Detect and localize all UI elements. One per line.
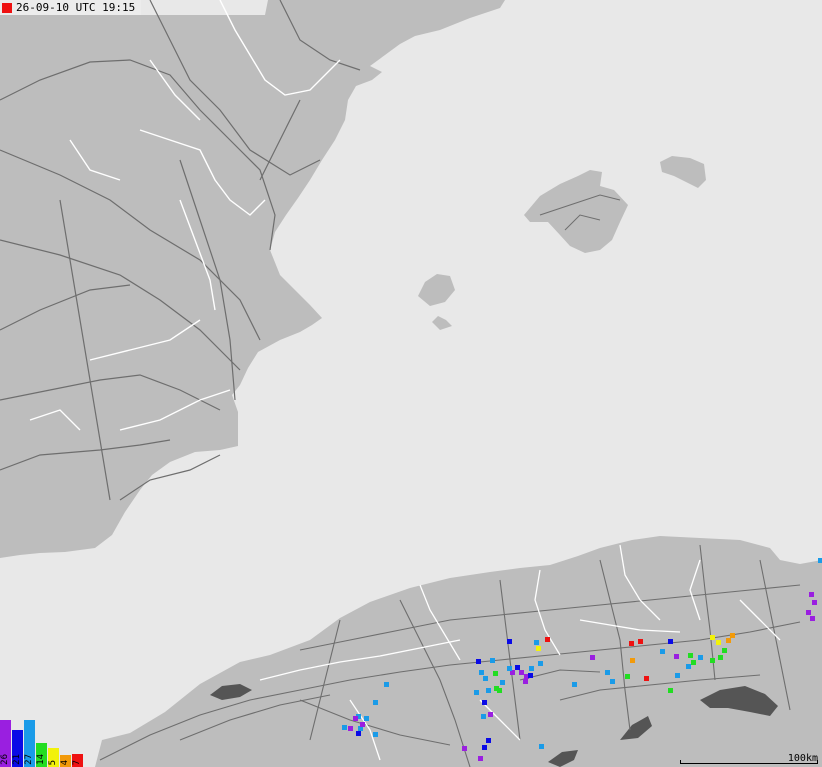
lightning-strike-marker <box>384 682 389 687</box>
scale-label: 100km <box>787 753 818 764</box>
lightning-strike-marker <box>630 658 635 663</box>
lightning-strike-marker <box>710 658 715 663</box>
lightning-strike-marker <box>488 712 493 717</box>
legend-bar: 27 <box>24 720 35 767</box>
lightning-strike-marker <box>486 688 491 693</box>
lightning-strike-marker <box>482 700 487 705</box>
legend-bar: 7 <box>72 754 83 767</box>
lightning-strike-marker <box>539 744 544 749</box>
lightning-strike-marker <box>610 679 615 684</box>
lightning-strike-marker <box>534 640 539 645</box>
lightning-strike-marker <box>529 666 534 671</box>
lightning-strike-marker <box>519 670 524 675</box>
legend-label: 4 <box>60 759 70 765</box>
lightning-strike-marker <box>364 716 369 721</box>
lightning-strike-marker <box>674 654 679 659</box>
lightning-strike-marker <box>686 664 691 669</box>
lightning-strike-marker <box>668 688 673 693</box>
lightning-strike-marker <box>483 676 488 681</box>
legend-label: 26 <box>0 754 10 765</box>
lightning-strike-marker <box>572 682 577 687</box>
lightning-strike-marker <box>629 641 634 646</box>
lightning-strike-marker <box>809 592 814 597</box>
lightning-strike-marker <box>716 640 721 645</box>
lightning-strike-marker <box>474 690 479 695</box>
lightning-strike-marker <box>660 649 665 654</box>
legend-label: 27 <box>24 754 34 765</box>
legend-bar: 5 <box>48 748 59 767</box>
lightning-strike-marker <box>476 659 481 664</box>
lightning-strike-marker <box>730 633 735 638</box>
lightning-strike-marker <box>675 673 680 678</box>
lightning-strike-marker <box>812 600 817 605</box>
lightning-strike-marker <box>486 738 491 743</box>
lightning-strike-marker <box>545 637 550 642</box>
lightning-strike-marker <box>605 670 610 675</box>
lightning-strike-marker <box>698 655 703 660</box>
lightning-strike-marker <box>722 648 727 653</box>
lightning-strike-marker <box>691 660 696 665</box>
lightning-strike-marker <box>507 666 512 671</box>
lightning-strike-marker <box>536 646 541 651</box>
timestamp-label: 26-09-10 UTC 19:15 <box>16 1 136 14</box>
legend-bar: 26 <box>0 720 11 767</box>
lightning-strike-marker <box>481 714 486 719</box>
map-canvas[interactable] <box>0 0 822 767</box>
lightning-strike-marker <box>373 732 378 737</box>
legend-label: 7 <box>72 759 82 765</box>
timestamp-bar: 26-09-10 UTC 19:15 <box>0 0 142 15</box>
lightning-strike-marker <box>507 639 512 644</box>
strike-count-legend: 26 21 27 14 5 4 7 <box>0 719 84 767</box>
lightning-strike-marker <box>497 688 502 693</box>
lightning-strike-marker <box>500 680 505 685</box>
lightning-strike-marker <box>490 658 495 663</box>
status-marker-icon <box>2 2 12 13</box>
legend-bar: 14 <box>36 743 47 767</box>
lightning-strike-marker <box>462 746 467 751</box>
lightning-strike-marker <box>688 653 693 658</box>
legend-label: 14 <box>36 754 46 765</box>
lightning-strike-marker <box>356 731 361 736</box>
legend-label: 21 <box>12 754 22 765</box>
lightning-strike-marker <box>668 639 673 644</box>
lightning-strike-marker <box>726 638 731 643</box>
lightning-strike-marker <box>644 676 649 681</box>
legend-bar: 4 <box>60 755 71 767</box>
legend-bar: 21 <box>12 730 23 767</box>
lightning-strike-marker <box>523 679 528 684</box>
lightning-strike-marker <box>528 673 533 678</box>
legend-label: 5 <box>48 759 58 765</box>
lightning-strike-marker <box>342 725 347 730</box>
lightning-strike-marker <box>479 670 484 675</box>
lightning-strike-marker <box>515 665 520 670</box>
lightning-strike-marker <box>718 655 723 660</box>
lightning-strike-marker <box>538 661 543 666</box>
lightning-strike-marker <box>638 639 643 644</box>
lightning-strike-marker <box>373 700 378 705</box>
lightning-strike-marker <box>348 726 353 731</box>
lightning-strike-marker <box>710 635 715 640</box>
lightning-strike-marker <box>478 756 483 761</box>
lightning-strike-marker <box>360 722 365 727</box>
lightning-strike-marker <box>818 558 822 563</box>
lightning-strike-marker <box>493 671 498 676</box>
lightning-strike-marker <box>806 610 811 615</box>
lightning-strike-marker <box>482 745 487 750</box>
lightning-strike-marker <box>353 716 358 721</box>
lightning-strike-marker <box>625 674 630 679</box>
lightning-strike-marker <box>810 616 815 621</box>
lightning-strike-marker <box>590 655 595 660</box>
